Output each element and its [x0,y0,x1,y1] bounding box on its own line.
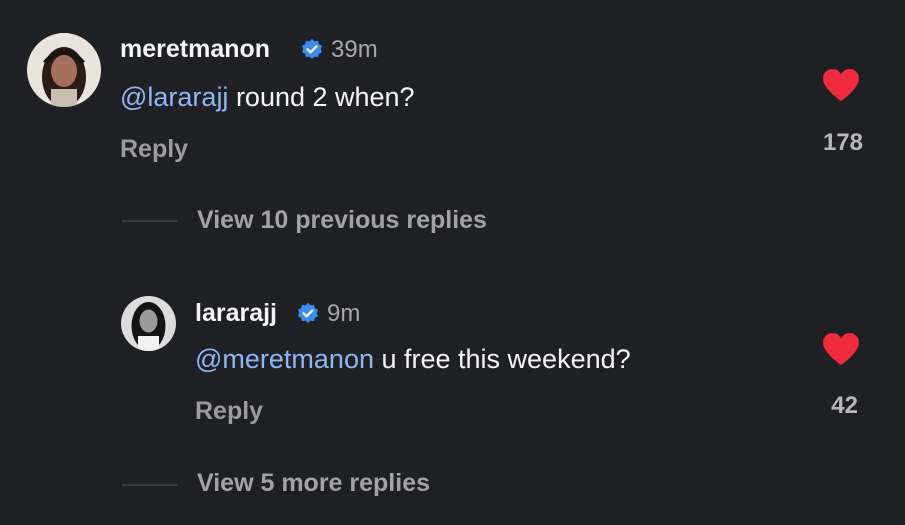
verified-badge-icon [298,303,318,323]
comment-text: @meretmanon u free this weekend? [195,344,631,375]
avatar-lararajj[interactable] [121,296,176,351]
comment-username[interactable]: meretmanon [120,35,270,64]
comment-timestamp: 9m [327,300,361,327]
view-previous-replies-button[interactable]: View 10 previous replies [197,206,487,235]
thread-divider [122,484,177,486]
view-more-replies-button[interactable]: View 5 more replies [197,469,430,498]
thread-divider [122,220,177,222]
like-count: 42 [831,392,858,419]
mention-link[interactable]: @meretmanon [195,344,374,374]
comment-body: u free this weekend? [373,344,631,374]
like-count: 178 [822,129,863,156]
avatar-meretmanon[interactable] [27,33,101,107]
comment-username[interactable]: lararajj [195,299,277,328]
comments-thread: meretmanon 39m @lararajj round 2 when? R… [0,0,905,525]
heart-icon[interactable] [822,68,860,102]
comment-text: @lararajj round 2 when? [120,82,415,113]
reply-button[interactable]: Reply [195,397,263,426]
heart-icon[interactable] [822,332,860,366]
comment-body: round 2 when? [228,82,415,112]
reply-button[interactable]: Reply [120,135,188,164]
verified-badge-icon [302,39,322,59]
mention-link[interactable]: @lararajj [120,82,228,112]
comment-timestamp: 39m [331,36,378,63]
